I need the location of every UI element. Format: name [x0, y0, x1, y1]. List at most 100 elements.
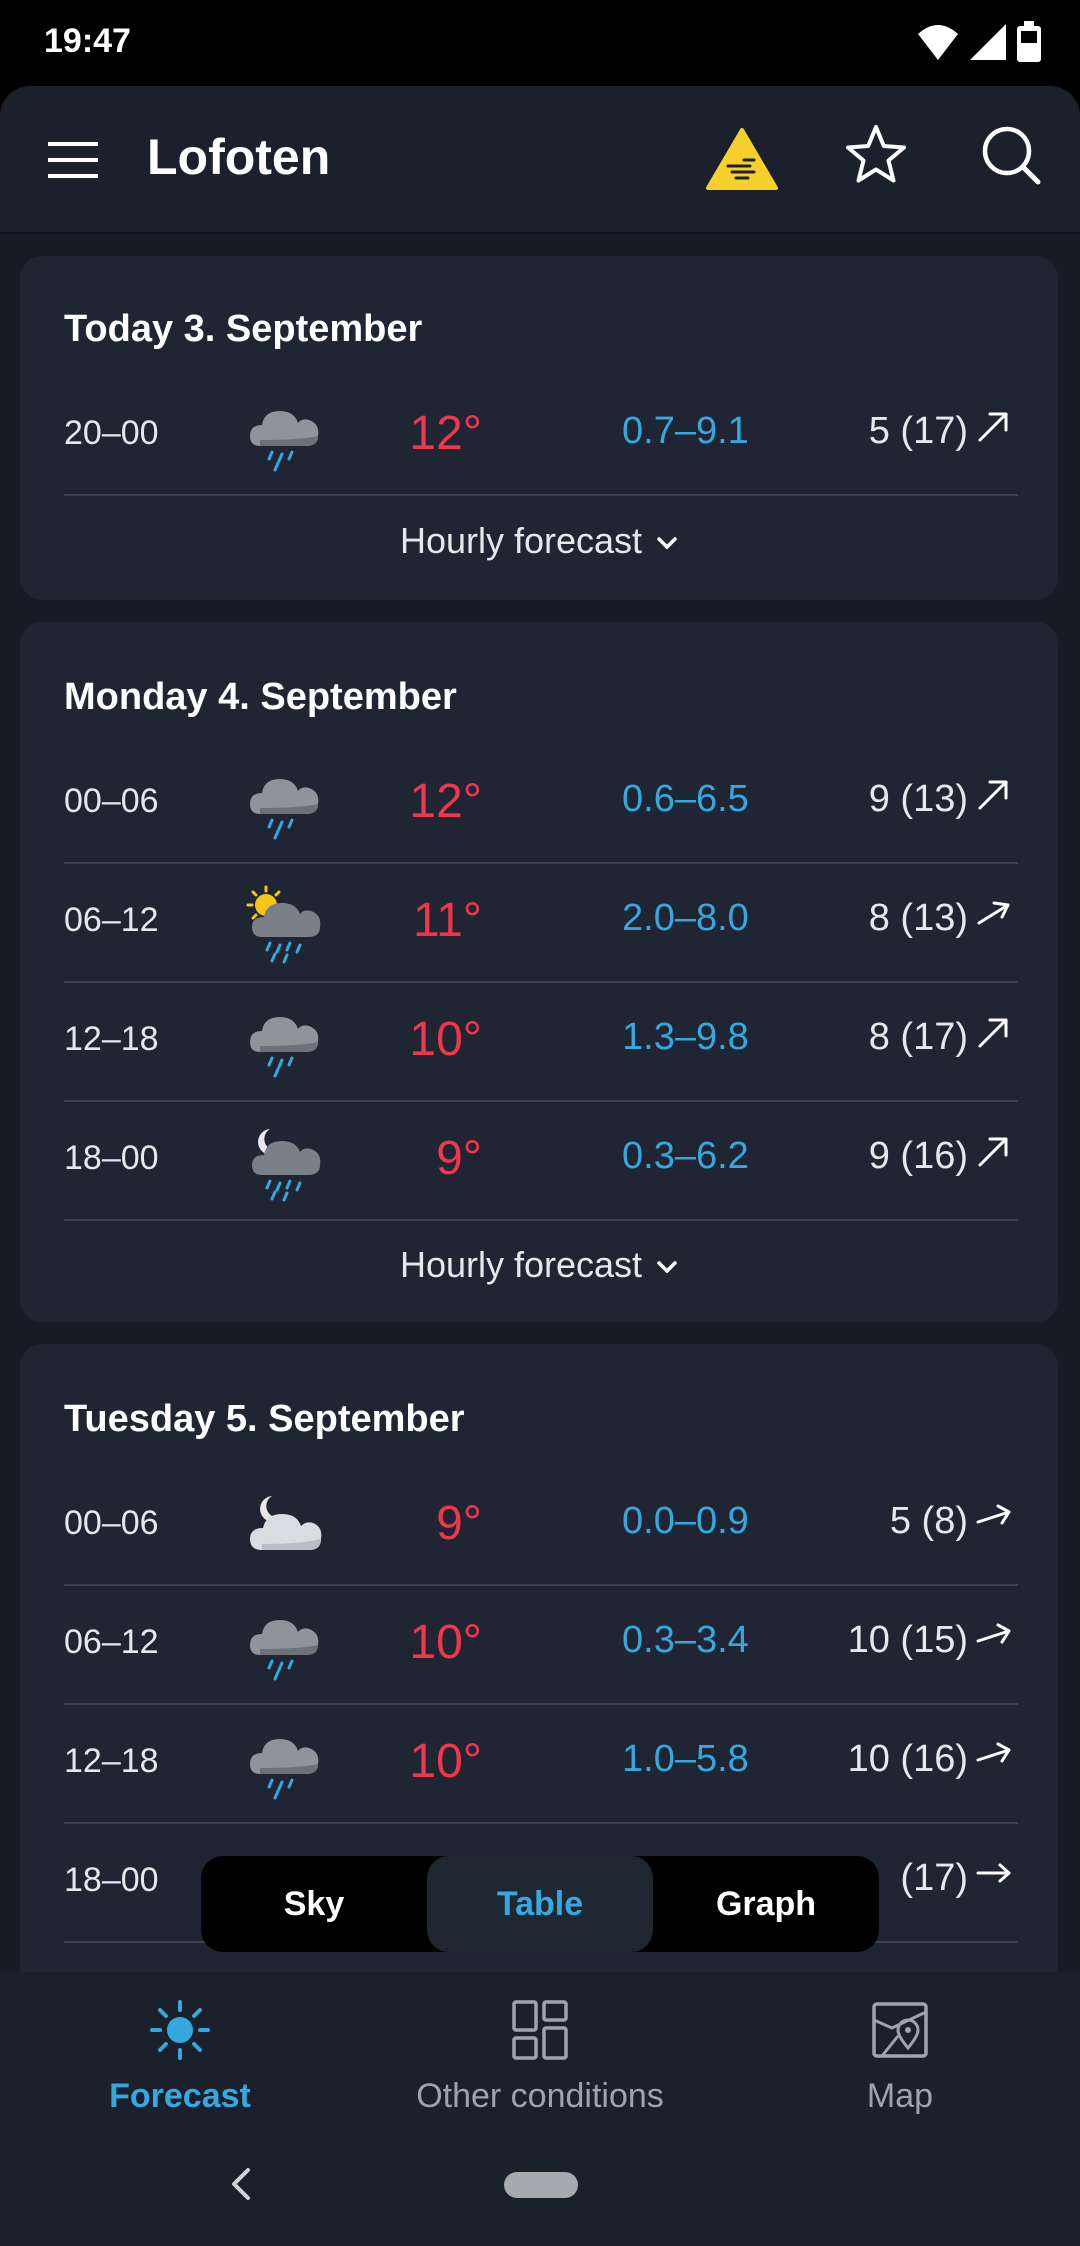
- wind-speed: 5 (17): [868, 410, 968, 452]
- wind-direction-icon: [978, 1137, 1008, 1167]
- wind-speed: 5 (8): [889, 1500, 968, 1542]
- row-divider: [64, 862, 1018, 864]
- home-pill[interactable]: [504, 2172, 578, 2198]
- sun-icon: [150, 2000, 210, 2060]
- wind-speed: 8 (17): [868, 1016, 968, 1058]
- wind-speed: 10 (15): [847, 1619, 968, 1661]
- row-divider: [64, 1584, 1018, 1586]
- tab-table[interactable]: Table: [427, 1856, 653, 1952]
- period: 12–18: [64, 1020, 159, 1058]
- sun-rain-cloud-icon: [246, 885, 321, 964]
- wind-direction-icon: [976, 1623, 1011, 1644]
- period: 00–06: [64, 1504, 159, 1542]
- tab-sky[interactable]: Sky: [201, 1856, 427, 1952]
- temperature: 10°: [409, 1616, 482, 1669]
- forecast-row[interactable]: 06–12 11° 2.0–8.0 8 (13): [64, 865, 1018, 983]
- forecast-row[interactable]: 12–18 10° 1.0–5.8 10 (16): [64, 1706, 1018, 1824]
- nav-other-conditions[interactable]: Other conditions: [360, 1998, 720, 2116]
- forecast-row[interactable]: 18–00 9° 0.3–6.2 9 (16): [64, 1103, 1018, 1221]
- wind-direction-icon: [976, 1863, 1011, 1883]
- temperature: 9°: [436, 1132, 482, 1185]
- signal-icon: [970, 24, 1006, 60]
- search-icon: [982, 126, 1041, 185]
- location-title: Lofoten: [147, 129, 331, 185]
- forecast-list[interactable]: Today 3. September 20–00 12° 0.7–9.1 5 (…: [0, 234, 1080, 2058]
- battery-icon: [1017, 21, 1041, 62]
- rain-cloud-icon: [250, 1017, 319, 1078]
- precipitation: 0.3–3.4: [622, 1619, 749, 1661]
- chevron-down-icon: [657, 537, 677, 550]
- temperature: 12°: [409, 407, 482, 460]
- temperature: 12°: [409, 775, 482, 828]
- map-icon: [872, 2002, 928, 2058]
- row-divider: [64, 1822, 1018, 1824]
- wind-direction-icon: [976, 1504, 1011, 1525]
- precipitation: 0.6–6.5: [622, 778, 749, 820]
- forecast-row[interactable]: 20–00 12° 0.7–9.1 5 (17): [64, 378, 1018, 496]
- precipitation: 1.3–9.8: [622, 1016, 749, 1058]
- forecast-row[interactable]: 06–12 10° 0.3–3.4 10 (15): [64, 1587, 1018, 1705]
- wind-direction-icon: [978, 412, 1008, 442]
- forecast-row[interactable]: 00–06 9° 0.0–0.9 5 (8): [64, 1468, 1018, 1586]
- period: 20–00: [64, 414, 159, 452]
- status-bar: 19:47: [0, 0, 1080, 86]
- grid-icon: [512, 2000, 568, 2060]
- wind-speed: 10 (16): [847, 1738, 968, 1780]
- forecast-row[interactable]: 12–18 10° 1.3–9.8 8 (17): [64, 984, 1018, 1102]
- hourly-forecast-label: Hourly forecast: [399, 520, 643, 561]
- forecast-row[interactable]: 00–06 12° 0.6–6.5 9 (13): [64, 746, 1018, 864]
- temperature: 11°: [412, 894, 482, 947]
- wind-speed: 9 (13): [868, 778, 968, 820]
- bottom-navigation: Forecast Other conditions Map: [0, 1972, 1080, 2246]
- search-button[interactable]: [980, 124, 1050, 194]
- temperature: 9°: [436, 1497, 482, 1550]
- period: 06–12: [64, 1623, 159, 1661]
- precipitation: 0.3–6.2: [622, 1135, 749, 1177]
- menu-button[interactable]: [40, 130, 106, 190]
- day-title: Monday 4. September: [64, 676, 457, 718]
- precipitation: 2.0–8.0: [622, 897, 749, 939]
- row-divider: [64, 1100, 1018, 1102]
- hamburger-icon: [48, 142, 98, 178]
- back-icon[interactable]: [222, 2164, 262, 2204]
- wind-speed: (17): [900, 1857, 968, 1899]
- hourly-forecast-button[interactable]: Hourly forecast: [20, 1244, 1058, 1286]
- wind-direction-icon: [977, 901, 1010, 925]
- tab-graph[interactable]: Graph: [653, 1856, 879, 1952]
- rain-cloud-icon: [250, 1620, 319, 1681]
- precipitation: 0.7–9.1: [622, 410, 749, 452]
- day-card-monday: Monday 4. September 00–06 12° 0.6–6.5 9 …: [20, 622, 1058, 1322]
- app-bar: Lofoten: [0, 86, 1080, 234]
- view-toggle: Sky Table Graph: [201, 1856, 879, 1952]
- star-icon: [846, 125, 906, 183]
- row-divider: [64, 494, 1018, 496]
- day-title: Today 3. September: [64, 308, 423, 350]
- period: 12–18: [64, 1742, 159, 1780]
- wind-warning-button[interactable]: [706, 126, 778, 196]
- nav-forecast[interactable]: Forecast: [0, 1998, 360, 2116]
- period: 18–00: [64, 1139, 159, 1177]
- wind-direction-icon: [978, 1018, 1008, 1048]
- app-window: Lofoten Today 3. September 20–00 12° 0.7…: [0, 86, 1080, 2246]
- day-card-today: Today 3. September 20–00 12° 0.7–9.1 5 (…: [20, 256, 1058, 600]
- nav-map-label: Map: [866, 2077, 934, 2115]
- hourly-forecast-button[interactable]: Hourly forecast: [20, 520, 1058, 562]
- status-time: 19:47: [44, 22, 131, 60]
- rain-cloud-icon: [250, 1739, 319, 1800]
- temperature: 10°: [409, 1013, 482, 1066]
- wind-direction-icon: [978, 780, 1008, 810]
- rain-cloud-icon: [250, 779, 319, 840]
- nav-other-label: Other conditions: [416, 2077, 664, 2115]
- row-divider: [64, 1219, 1018, 1221]
- wind-speed: 8 (13): [868, 897, 968, 939]
- hourly-forecast-label: Hourly forecast: [399, 1244, 643, 1285]
- nav-map[interactable]: Map: [720, 1998, 1080, 2116]
- period: 00–06: [64, 782, 159, 820]
- row-divider: [64, 981, 1018, 983]
- temperature: 10°: [409, 1735, 482, 1788]
- wind-warning-icon: [706, 128, 778, 190]
- precipitation: 0.0–0.9: [622, 1500, 749, 1542]
- wind-speed: 9 (16): [868, 1135, 968, 1177]
- chevron-down-icon: [657, 1261, 677, 1274]
- favorite-button[interactable]: [845, 124, 915, 194]
